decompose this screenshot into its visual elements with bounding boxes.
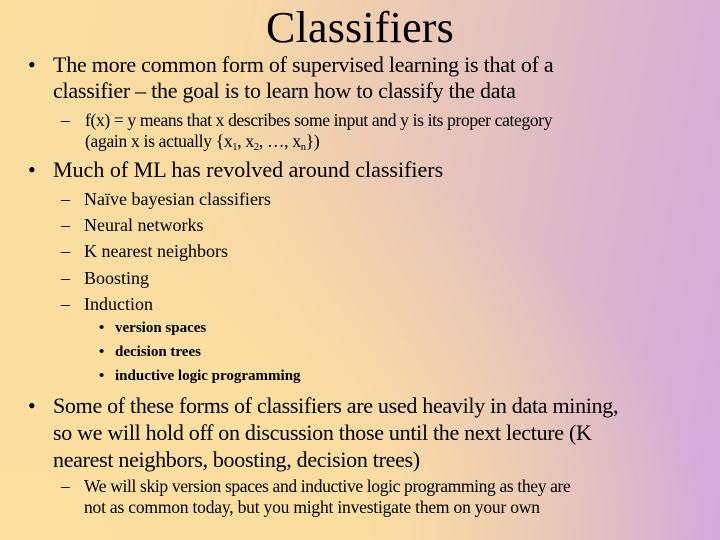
sub-bullet-marker: –: [61, 268, 70, 288]
set-sep-2: , …, x: [258, 131, 301, 151]
slide-title: Classifiers: [266, 3, 454, 52]
bullet-1-line-1: The more common form of supervised learn…: [53, 52, 554, 77]
induction-item-version-spaces: version spaces: [115, 320, 207, 336]
sub-bullet-skip-line-2: not as common today, but you might inves…: [84, 497, 540, 517]
bullet-3-line-3: nearest neighbors, boosting, decision tr…: [53, 447, 420, 472]
slide: Classifiers • The more common form of su…: [0, 0, 720, 540]
bullet-marker: •: [28, 157, 36, 182]
sub-bullet-skip-line-1: We will skip version spaces and inductiv…: [84, 476, 571, 496]
sub-sub-bullet-marker: •: [99, 368, 105, 384]
classifier-item-knn: K nearest neighbors: [84, 241, 228, 261]
classifier-item-neural-networks: Neural networks: [84, 215, 204, 235]
sub-bullet-marker: –: [61, 189, 70, 209]
bullet-1-line-2: classifier – the goal is to learn how to…: [53, 78, 516, 103]
set-sep-1: , x: [237, 131, 254, 151]
sub-bullet-marker: –: [61, 476, 70, 496]
classifier-item-naive-bayes: Naïve bayesian classifiers: [84, 189, 271, 209]
sub-bullet-fx-line-2: (again x is actually {x1, x2, …, xn}): [85, 131, 320, 153]
classifier-item-boosting: Boosting: [84, 268, 150, 288]
set-prefix: (again x is actually {x: [85, 131, 233, 151]
set-suffix: }): [305, 131, 320, 151]
bullet-marker: •: [28, 393, 36, 418]
induction-item-ilp: inductive logic programming: [115, 368, 301, 384]
sub-bullet-marker: –: [61, 294, 70, 314]
sub-bullet-fx-line-1: f(x) = y means that x describes some inp…: [85, 110, 553, 130]
induction-item-decision-trees: decision trees: [115, 344, 201, 360]
bullet-3-line-2: so we will hold off on discussion those …: [53, 420, 592, 445]
sub-sub-bullet-marker: •: [99, 344, 105, 360]
sub-bullet-marker: –: [61, 241, 70, 261]
bullet-2-line-1: Much of ML has revolved around classifie…: [53, 157, 444, 182]
sub-sub-bullet-marker: •: [99, 320, 105, 336]
sub-bullet-marker: –: [61, 215, 70, 235]
bullet-marker: •: [28, 52, 36, 77]
classifier-item-induction: Induction: [84, 294, 153, 314]
sub-bullet-marker: –: [61, 110, 70, 130]
bullet-3-line-1: Some of these forms of classifiers are u…: [53, 393, 619, 418]
